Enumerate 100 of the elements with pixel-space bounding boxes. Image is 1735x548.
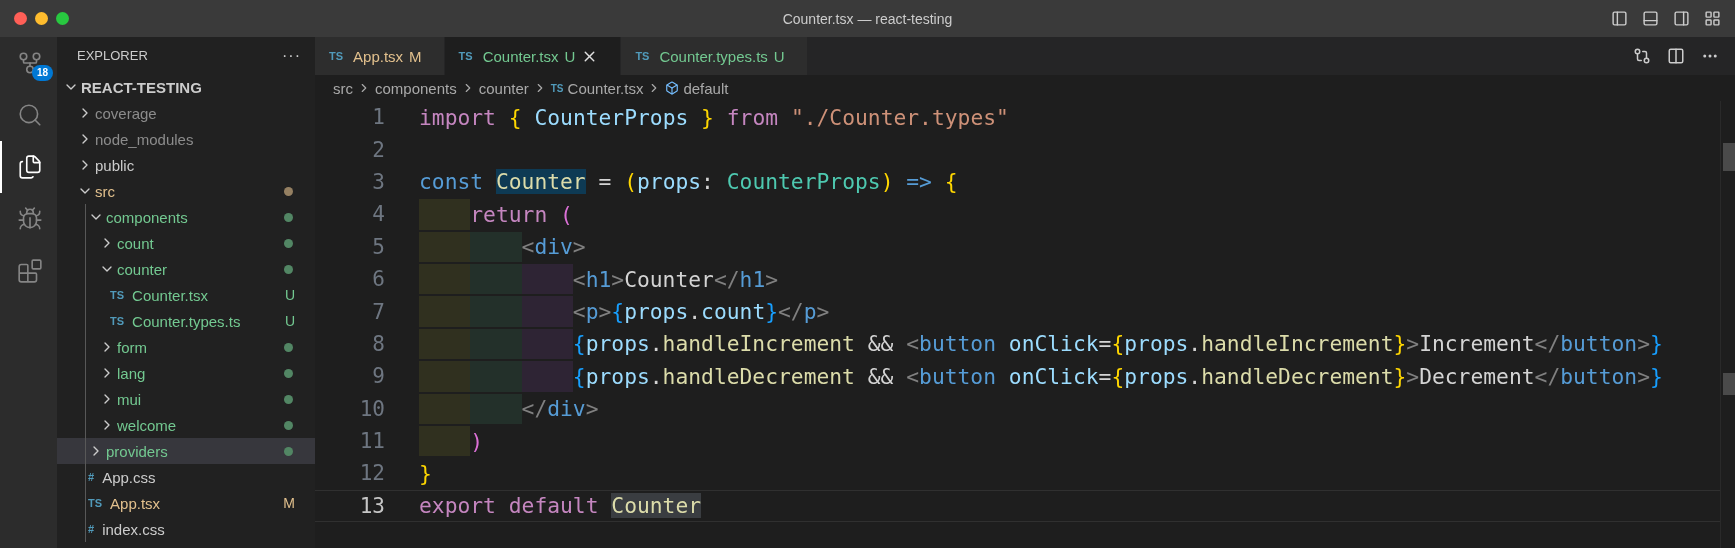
count-badge: 18 <box>32 65 54 81</box>
item-label: Counter.tsx <box>132 286 209 304</box>
line-number: 9 <box>371 364 385 389</box>
folder-item[interactable]: mui <box>57 386 315 412</box>
breadcrumb-item[interactable]: src <box>333 79 353 97</box>
close-button[interactable] <box>14 12 27 25</box>
item-label: count <box>117 234 155 252</box>
compare-icon[interactable] <box>1633 47 1651 65</box>
item-label: App.css <box>102 468 157 486</box>
bug-icon <box>16 206 43 232</box>
git-status-label: M <box>283 495 295 511</box>
code-line: } <box>419 460 432 488</box>
project-header[interactable]: REACT-TESTING <box>57 74 315 100</box>
project-name: REACT-TESTING <box>81 78 203 96</box>
folder-item[interactable]: counter <box>57 256 315 282</box>
file-item[interactable]: # App.css <box>57 464 315 490</box>
line-number: 7 <box>371 299 385 324</box>
line-number: 10 <box>358 396 385 421</box>
file-type-icon: # <box>88 471 95 483</box>
folder-item[interactable]: public <box>57 152 315 178</box>
window-title: Counter.tsx — react-testing <box>782 10 953 27</box>
status-dot <box>284 264 293 274</box>
item-label: lang <box>117 364 147 382</box>
folder-item[interactable]: lang <box>57 360 315 386</box>
file-item[interactable]: TS App.tsx M <box>57 490 315 516</box>
folder-item[interactable]: count <box>57 230 315 256</box>
item-label: node_modules <box>95 130 195 148</box>
code-line: {props.handleIncrement && <button onClick={props.handleIncrement}>Increment</button>} <box>419 328 1663 360</box>
code-line: import { CounterProps } from "./Counter.types" <box>419 103 1009 132</box>
layout-icon[interactable] <box>1704 10 1721 27</box>
folder-item[interactable]: src <box>57 178 315 204</box>
item-label: src <box>95 182 116 200</box>
item-label: index.css <box>102 520 166 538</box>
item-label: counter <box>117 260 169 278</box>
file-item[interactable]: TS Counter.types.ts U <box>57 308 315 334</box>
folder-item[interactable]: welcome <box>57 412 315 438</box>
status-dot <box>284 420 293 430</box>
more-actions-button[interactable]: ··· <box>282 46 301 65</box>
line-number: 11 <box>358 429 385 454</box>
folder-item[interactable]: components <box>57 204 315 230</box>
breadcrumb-item[interactable]: Counter.tsx <box>567 79 644 97</box>
folder-item[interactable]: form <box>57 334 315 360</box>
sidebar-toggle-icon[interactable] <box>1611 10 1628 27</box>
status-dot <box>284 212 293 222</box>
scrollbar[interactable] <box>1720 101 1735 548</box>
tab-label: Counter.tsx <box>482 47 559 65</box>
code-line: return ( <box>419 199 573 230</box>
symbol-icon <box>665 81 680 95</box>
code-line: <h1>Counter</h1> <box>419 263 779 295</box>
git-status-label: U <box>284 313 295 329</box>
code-line: <p>{props.count}</p> <box>419 296 830 327</box>
item-label: mui <box>117 390 143 408</box>
extensions-icon <box>16 258 43 284</box>
git-status-label: M <box>409 47 422 65</box>
editor-tab[interactable]: TS App.tsx M <box>315 37 445 75</box>
line-number: 2 <box>371 137 385 162</box>
item-label: providers <box>106 442 169 460</box>
file-type-icon: TS <box>635 50 650 62</box>
files-icon <box>16 154 43 180</box>
tab-label: App.tsx <box>353 47 404 65</box>
split-editor-icon[interactable] <box>1667 47 1685 65</box>
file-item[interactable]: # index.css <box>57 516 315 542</box>
file-type-icon: # <box>88 523 95 535</box>
line-number: 3 <box>371 169 385 194</box>
panel-toggle-icon[interactable] <box>1642 10 1659 27</box>
breadcrumb-item[interactable]: components <box>375 79 457 97</box>
line-number: 8 <box>371 331 385 356</box>
file-item[interactable]: TS Counter.tsx U <box>57 282 315 308</box>
code-line: <div> <box>419 231 586 262</box>
line-number: 13 <box>358 493 385 518</box>
maximize-button[interactable] <box>56 12 69 25</box>
status-dot <box>284 394 293 404</box>
file-type-icon: TS <box>110 289 125 301</box>
line-number: 12 <box>358 461 385 486</box>
line-number: 1 <box>371 105 385 130</box>
code-line: const Counter = (props: CounterProps) => { <box>419 168 958 197</box>
folder-item[interactable]: coverage <box>57 100 315 126</box>
git-status-label: U <box>284 287 295 303</box>
breadcrumb-item[interactable]: counter <box>478 79 529 97</box>
code-line: export default Counter <box>419 492 702 521</box>
line-number: 6 <box>371 267 385 292</box>
sidebar-title: EXPLORER <box>77 48 149 63</box>
breadcrumb-item[interactable]: default <box>683 79 729 97</box>
secondary-sidebar-icon[interactable] <box>1673 10 1690 27</box>
item-label: Counter.types.ts <box>132 312 242 330</box>
file-type-icon: TS <box>329 50 344 62</box>
editor-tab[interactable]: TS Counter.types.ts U <box>621 37 808 75</box>
folder-item[interactable]: providers <box>57 438 315 464</box>
status-dot <box>284 446 293 456</box>
code-line: </div> <box>419 393 599 424</box>
minimize-button[interactable] <box>35 12 48 25</box>
git-status-label: U <box>773 47 785 65</box>
line-number: 5 <box>371 234 385 259</box>
item-label: App.tsx <box>110 494 162 512</box>
item-label: form <box>117 338 148 356</box>
file-type-icon: TS <box>458 50 473 62</box>
editor-tab[interactable]: TS Counter.tsx U <box>444 37 622 75</box>
status-dot <box>284 238 293 248</box>
folder-item[interactable]: node_modules <box>57 126 315 152</box>
activity-tab[interactable]: 18 <box>0 37 57 89</box>
